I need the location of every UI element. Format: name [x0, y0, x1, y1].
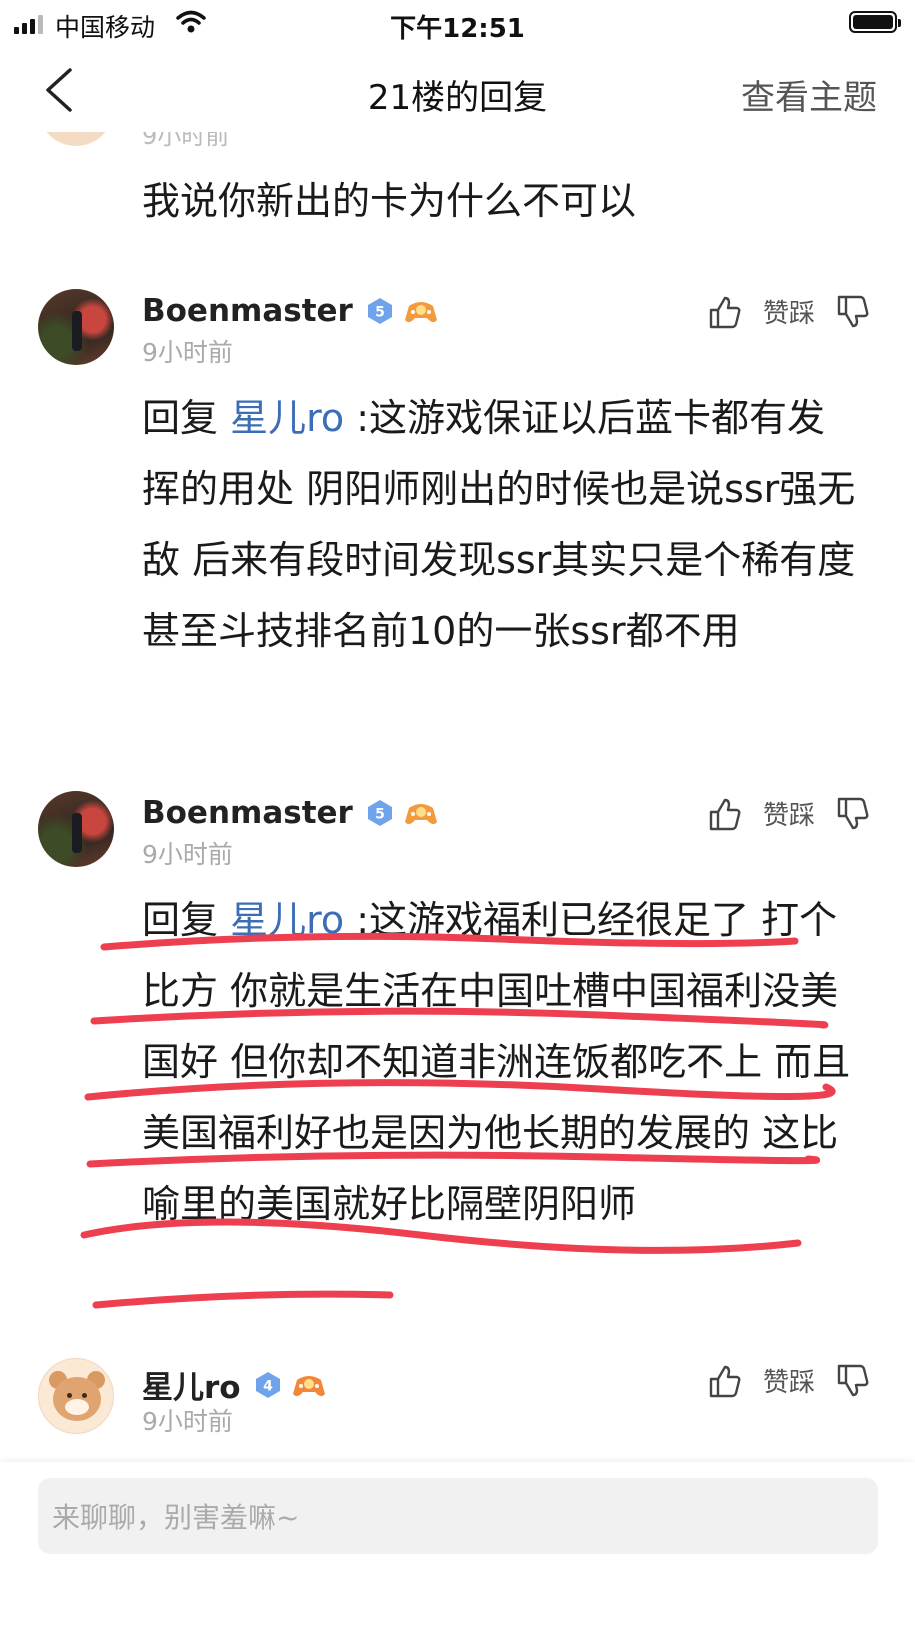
username-text: 星儿ro [142, 1370, 241, 1406]
vote-bar: 赞踩 [707, 293, 871, 330]
username-text: Boenmaster [142, 293, 353, 329]
reply-time: 9小时前 [142, 338, 233, 367]
reply-content: :这游戏福利已经很足了 打个比方 你就是生活在中国吐槽中国福利没美国好 但你却不… [142, 898, 851, 1226]
vote-bar: 赞踩 [707, 1362, 871, 1399]
level-badge-icon: 4 [255, 1371, 280, 1398]
view-topic-link[interactable]: 查看主题 [741, 70, 877, 119]
status-time: 下午12:51 [390, 14, 525, 44]
thumbs-up-icon[interactable] [707, 796, 743, 832]
thumbs-up-icon[interactable] [707, 294, 743, 330]
vote-bar: 赞踩 [707, 795, 871, 832]
username[interactable]: Boenmaster 5 [142, 795, 439, 831]
mention-link[interactable]: 星儿ro [230, 396, 344, 440]
reply-list[interactable]: 9小时前 我说你新出的卡为什么不可以 Boenmaster 5 9小时前 赞踩 [0, 132, 915, 1522]
username[interactable]: 星儿ro 4 [142, 1362, 327, 1407]
reply-text: 回复 星儿ro :这游戏福利已经很足了 打个比方 你就是生活在中国吐槽中国福利没… [142, 885, 862, 1240]
comment-input[interactable]: 来聊聊，别害羞嘛~ [38, 1478, 878, 1554]
reply-time: 9小时前 [142, 132, 230, 150]
level-text: 5 [375, 305, 385, 321]
list-item: Boenmaster 5 9小时前 赞踩 回复 星儿ro :这游戏保证以后蓝卡都… [0, 289, 915, 729]
reply-time: 9小时前 [142, 840, 233, 869]
game-badge-icon [404, 804, 437, 825]
thumbs-down-icon[interactable] [835, 796, 871, 832]
thumbs-down-icon[interactable] [835, 294, 871, 330]
reply-prefix: 回复 [142, 396, 219, 440]
comment-bar: 来聊聊，别害羞嘛~ [0, 1462, 915, 1627]
avatar[interactable] [38, 289, 114, 365]
vote-label: 赞踩 [762, 801, 815, 831]
mention-link[interactable]: 星儿ro [230, 898, 344, 942]
username[interactable]: Boenmaster 5 [142, 293, 439, 329]
level-badge-icon: 5 [367, 298, 392, 324]
thumbs-down-icon[interactable] [835, 1363, 871, 1399]
game-badge-icon [404, 302, 437, 323]
game-badge-icon [292, 1375, 325, 1396]
status-bar: 中国移动 下午12:51 [0, 0, 915, 46]
thumbs-up-icon[interactable] [707, 1363, 743, 1399]
avatar[interactable] [38, 791, 114, 867]
vote-label: 赞踩 [762, 299, 815, 329]
avatar[interactable] [38, 132, 114, 146]
battery-icon [849, 11, 901, 33]
nav-bar: 21楼的回复 查看主题 [0, 46, 915, 132]
list-item: Boenmaster 5 9小时前 赞踩 回复 星儿ro :这游戏福利已经很足了… [0, 791, 915, 1311]
vote-label: 赞踩 [762, 1368, 815, 1398]
reply-prefix: 回复 [142, 898, 219, 942]
username-text: Boenmaster [142, 795, 353, 831]
reply-text: 回复 星儿ro :这游戏保证以后蓝卡都有发挥的用处 阴阳师刚出的时候也是说ssr… [142, 383, 862, 667]
reply-text: 我说你新出的卡为什么不可以 [142, 179, 637, 223]
level-text: 5 [375, 807, 385, 823]
reply-time: 9小时前 [142, 1407, 233, 1436]
level-text: 4 [263, 1378, 273, 1394]
avatar[interactable] [38, 1358, 114, 1434]
level-badge-icon: 5 [367, 800, 392, 826]
